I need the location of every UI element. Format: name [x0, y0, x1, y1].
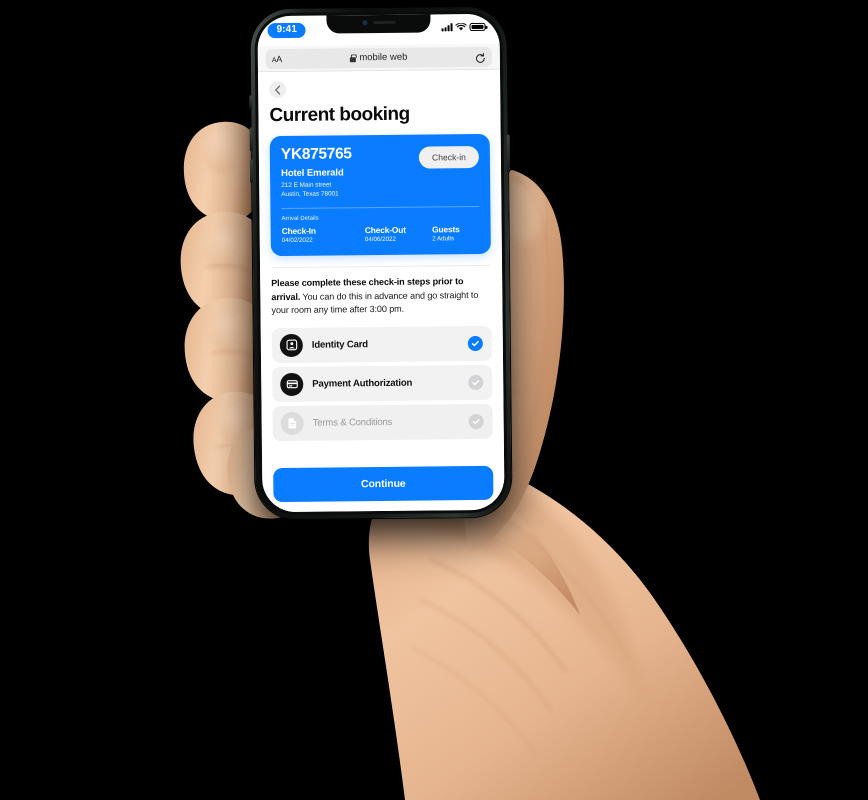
volume-down-button[interactable]	[249, 159, 254, 184]
check-in-button[interactable]: Check-in	[418, 145, 480, 169]
arrival-detail-heading: Check-Out	[364, 224, 406, 236]
chevron-left-icon	[274, 84, 281, 95]
credit-card-icon	[280, 372, 304, 396]
screenshot-stage: 9:41 AA mobile web Current booking YK875…	[0, 0, 868, 800]
id-card-icon	[279, 333, 303, 357]
battery-full-icon	[469, 22, 486, 32]
page-content: Current booking YK875765 Hotel Emerald 2…	[257, 69, 505, 513]
phone-device: 9:41 AA mobile web Current booking YK875…	[249, 6, 512, 520]
status-bar: 9:41	[257, 13, 500, 47]
address-line-2: Austin, Texas 78001	[281, 190, 339, 198]
checkin-step-terms-conditions[interactable]: Terms & Conditions	[272, 403, 493, 441]
arrival-detail-heading: Check-In	[281, 225, 316, 236]
phone-screen: 9:41 AA mobile web Current booking YK875…	[257, 13, 505, 513]
document-icon	[280, 411, 304, 435]
checkin-step-status-pending	[468, 374, 484, 390]
status-time: 9:41	[267, 22, 307, 39]
browser-toolbar: AA mobile web	[257, 43, 500, 73]
instructions-rest: You can do this in advance and go straig…	[271, 289, 479, 316]
booking-reference: YK875765	[280, 145, 352, 164]
url-display: mobile web	[266, 51, 492, 64]
arrival-details-row: Check-In 04/02/2022 Check-Out 04/06/2022 Gue…	[281, 224, 480, 245]
checkin-step-status-pending	[468, 413, 484, 429]
arrival-details-label: Arrival Details	[281, 215, 319, 222]
power-button[interactable]	[506, 134, 511, 173]
silent-switch[interactable]	[249, 95, 253, 110]
card-divider	[281, 205, 480, 209]
arrival-detail-column: Guests 2 Adults	[432, 224, 460, 243]
footer-actions: Continue	[273, 465, 494, 503]
earpiece-speaker	[372, 20, 395, 24]
checkin-step-label: Payment Authorization	[312, 377, 413, 390]
arrival-detail-value: 2 Adults	[432, 235, 455, 243]
arrival-detail-value: 04/02/2022	[281, 237, 313, 245]
hotel-address: 212 E Main street Austin, Texas 78001	[281, 180, 352, 199]
checkin-step-label: Identity Card	[311, 338, 368, 351]
notch	[326, 13, 431, 34]
arrival-detail-heading: Guests	[432, 224, 460, 235]
front-camera-icon	[361, 19, 368, 25]
checkin-step-status-completed	[467, 335, 483, 351]
checkin-step-label: Terms & Conditions	[312, 416, 393, 429]
volume-up-button[interactable]	[249, 127, 253, 152]
booking-summary: YK875765 Hotel Emerald 212 E Main street…	[280, 145, 352, 199]
instructions-text: Please complete these check-in steps pri…	[271, 275, 491, 317]
address-bar[interactable]: AA mobile web	[265, 46, 492, 69]
checkin-step-payment-authorization[interactable]: Payment Authorization	[272, 364, 493, 402]
back-button[interactable]	[269, 80, 287, 99]
arrival-detail-column: Check-Out 04/06/2022	[364, 224, 433, 244]
wifi-icon	[455, 23, 467, 31]
lock-icon	[350, 54, 356, 62]
checkin-step-identity-card[interactable]: Identity Card	[271, 325, 493, 363]
checkin-steps-list: Identity Card Payment Authorization Terms …	[271, 325, 493, 441]
cellular-signal-icon	[441, 23, 453, 32]
arrival-detail-column: Check-In 04/02/2022	[281, 225, 365, 245]
phone-bezel: 9:41 AA mobile web Current booking YK875…	[254, 10, 508, 516]
page-title: Current booking	[269, 103, 410, 127]
status-indicators	[441, 22, 486, 32]
section-divider	[272, 265, 491, 269]
arrival-detail-value: 04/06/2022	[364, 236, 396, 244]
booking-card: YK875765 Hotel Emerald 212 E Main street…	[269, 133, 491, 257]
hotel-name: Hotel Emerald	[281, 167, 344, 180]
continue-button[interactable]: Continue	[273, 465, 494, 503]
url-text: mobile web	[359, 51, 408, 64]
booking-card-header: YK875765 Hotel Emerald 212 E Main street…	[281, 145, 480, 199]
